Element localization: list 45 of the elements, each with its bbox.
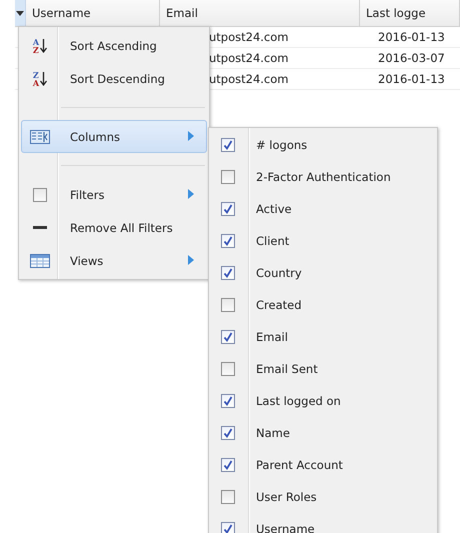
checkbox[interactable] (33, 188, 47, 202)
menu-item[interactable]: Created (247, 298, 302, 312)
columns-icon (30, 130, 50, 144)
checkbox[interactable] (221, 298, 235, 312)
table-cell: 2016-01-13 (378, 72, 445, 86)
table-cell: utpost24.com (209, 72, 288, 86)
table-cell: utpost24.com (209, 51, 288, 65)
menu-item[interactable]: Columns (21, 120, 207, 153)
checkbox[interactable] (221, 490, 235, 504)
menu-item[interactable]: Email Sent (247, 362, 318, 376)
menu-item[interactable]: User Roles (247, 490, 317, 504)
checkbox[interactable] (221, 522, 235, 533)
table-cell: 2016-03-07 (378, 51, 445, 65)
checkbox[interactable] (221, 138, 235, 152)
checkbox[interactable] (221, 234, 235, 248)
table-icon (30, 254, 50, 268)
menu-item[interactable]: Views (21, 244, 207, 277)
menu-item[interactable]: 2-Factor Authentication (247, 170, 391, 184)
caret-icon (16, 10, 24, 16)
menu-item[interactable]: A Z Sort Ascending (21, 29, 207, 62)
checkbox[interactable] (221, 394, 235, 408)
checkbox[interactable] (221, 426, 235, 440)
menu-item[interactable]: Name (247, 426, 290, 440)
column-menu-trigger[interactable] (15, 0, 26, 26)
column-header[interactable]: Last logge (360, 0, 460, 26)
menu-item[interactable]: Z A Sort Descending (21, 62, 207, 95)
checkbox[interactable] (221, 330, 235, 344)
menu-item[interactable]: Filters (21, 178, 207, 211)
menu-item[interactable]: Email (247, 330, 288, 344)
menu-item[interactable]: Country (247, 266, 302, 280)
checkbox[interactable] (221, 202, 235, 216)
menu-item[interactable]: Client (247, 234, 290, 248)
table-cell: 2016-01-13 (378, 30, 445, 44)
checkbox[interactable] (221, 266, 235, 280)
menu-item[interactable]: Parent Account (247, 458, 343, 472)
checkbox[interactable] (221, 458, 235, 472)
menu-item[interactable]: Remove All Filters (21, 211, 207, 244)
checkbox[interactable] (221, 362, 235, 376)
checkbox[interactable] (221, 170, 235, 184)
menu-item[interactable]: Username (247, 522, 315, 533)
dash-icon (33, 226, 47, 229)
menu-item[interactable]: Active (247, 202, 292, 216)
menu-item[interactable]: Last logged on (247, 394, 341, 408)
menu-item[interactable]: # logons (247, 138, 308, 152)
table-cell: utpost24.com (209, 30, 288, 44)
